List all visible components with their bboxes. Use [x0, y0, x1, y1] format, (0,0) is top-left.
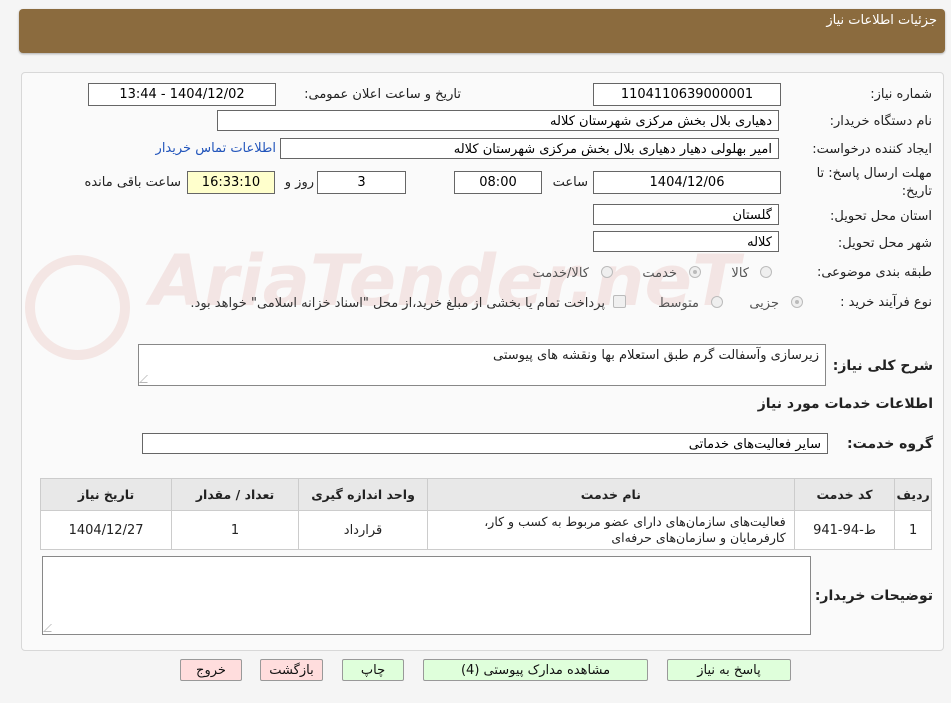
- cell-unit: قرارداد: [298, 510, 429, 550]
- need-number-field[interactable]: 1104110639000001: [593, 83, 781, 106]
- deadline-label-2: تاریخ:: [901, 184, 932, 199]
- cell-service-code: ط-94-941: [793, 510, 896, 550]
- buyer-notes-label: توضیحات خریدار:: [814, 588, 933, 604]
- province-label: استان محل تحویل:: [830, 209, 932, 224]
- col-service-code: کد خدمت: [793, 478, 896, 511]
- purchase-medium-label: متوسط: [658, 296, 699, 311]
- city-field[interactable]: کلاله: [593, 231, 779, 252]
- buyer-org-label: نام دستگاه خریدار:: [829, 114, 932, 129]
- treasury-checkbox[interactable]: [613, 295, 626, 308]
- purchase-type-label: نوع فرآیند خرید :: [840, 295, 932, 310]
- col-quantity: تعداد / مقدار: [171, 478, 300, 511]
- col-need-date: تاریخ نیاز: [39, 478, 173, 511]
- deadline-date-field[interactable]: 1404/12/06: [593, 171, 781, 194]
- services-table: ردیف کد خدمت نام خدمت واحد اندازه گیری ت…: [39, 478, 932, 550]
- announce-field[interactable]: 1404/12/02 - 13:44: [88, 83, 276, 106]
- buyer-contact-link[interactable]: اطلاعات تماس خریدار: [156, 141, 276, 156]
- back-button[interactable]: بازگشت: [260, 659, 323, 681]
- cell-need-date: 1404/12/27: [39, 510, 173, 550]
- province-field[interactable]: گلستان: [593, 204, 779, 225]
- purchase-minor-radio[interactable]: [791, 296, 803, 308]
- watermark-logo-icon: [25, 255, 130, 360]
- exit-button[interactable]: خروج: [180, 659, 242, 681]
- days-field[interactable]: 3: [317, 171, 406, 194]
- attachments-button[interactable]: مشاهده مدارک پیوستی (4): [423, 659, 648, 681]
- reply-button[interactable]: پاسخ به نیاز: [667, 659, 791, 681]
- category-goods-radio[interactable]: [760, 266, 772, 278]
- purchase-minor-label: جزیی: [749, 296, 779, 311]
- category-goods-service-label: کالا/خدمت: [532, 266, 589, 281]
- cell-row-number: 1: [894, 510, 932, 550]
- announce-label: تاریخ و ساعت اعلان عمومی:: [304, 87, 461, 102]
- cell-service-name: فعالیت‌های سازمان‌های دارای عضو مربوط به…: [427, 510, 795, 550]
- treasury-note: پرداخت تمام یا بخشی از مبلغ خرید،از محل …: [190, 296, 605, 311]
- col-row-number: ردیف: [894, 478, 932, 511]
- services-section-title: اطلاعات خدمات مورد نیاز: [757, 396, 933, 412]
- remaining-label: ساعت باقی مانده: [84, 175, 181, 190]
- cell-quantity: 1: [171, 510, 300, 550]
- days-label: روز و: [284, 175, 314, 190]
- city-label: شهر محل تحویل:: [837, 236, 932, 251]
- description-textarea[interactable]: زیرسازی وآسفالت گرم طبق استعلام بها ونقش…: [138, 344, 826, 386]
- buyer-org-field[interactable]: دهیاری بلال بخش مرکزی شهرستان کلاله: [217, 110, 779, 131]
- purchase-medium-radio[interactable]: [711, 296, 723, 308]
- requester-field[interactable]: امیر بهلولی دهیار دهیاری بلال بخش مرکزی …: [280, 138, 779, 159]
- print-button[interactable]: چاپ: [342, 659, 404, 681]
- deadline-label: مهلت ارسال پاسخ: تا: [816, 166, 932, 181]
- page-title: جزئیات اطلاعات نیاز: [826, 13, 937, 28]
- category-service-label: خدمت: [642, 266, 677, 281]
- col-unit: واحد اندازه گیری: [298, 478, 429, 511]
- col-service-name: نام خدمت: [427, 478, 795, 511]
- description-label: شرح کلی نیاز:: [832, 358, 933, 374]
- service-group-label: گروه خدمت:: [847, 436, 933, 452]
- category-service-radio[interactable]: [689, 266, 701, 278]
- buyer-notes-textarea[interactable]: [42, 556, 811, 635]
- service-group-field[interactable]: سایر فعالیت‌های خدماتی: [142, 433, 828, 454]
- remaining-time-field[interactable]: 16:33:10: [187, 171, 275, 194]
- deadline-time-label: ساعت: [552, 175, 588, 190]
- page-header: [19, 9, 945, 53]
- table-row: 1 ط-94-941 فعالیت‌های سازمان‌های دارای ع…: [39, 510, 932, 550]
- deadline-time-field[interactable]: 08:00: [454, 171, 542, 194]
- requester-label: ایجاد کننده درخواست:: [812, 142, 932, 157]
- category-label: طبقه بندی موضوعی:: [816, 265, 932, 280]
- category-goods-service-radio[interactable]: [601, 266, 613, 278]
- category-goods-label: کالا: [731, 266, 749, 281]
- need-number-label: شماره نیاز:: [870, 87, 932, 102]
- table-header-row: ردیف کد خدمت نام خدمت واحد اندازه گیری ت…: [39, 478, 932, 511]
